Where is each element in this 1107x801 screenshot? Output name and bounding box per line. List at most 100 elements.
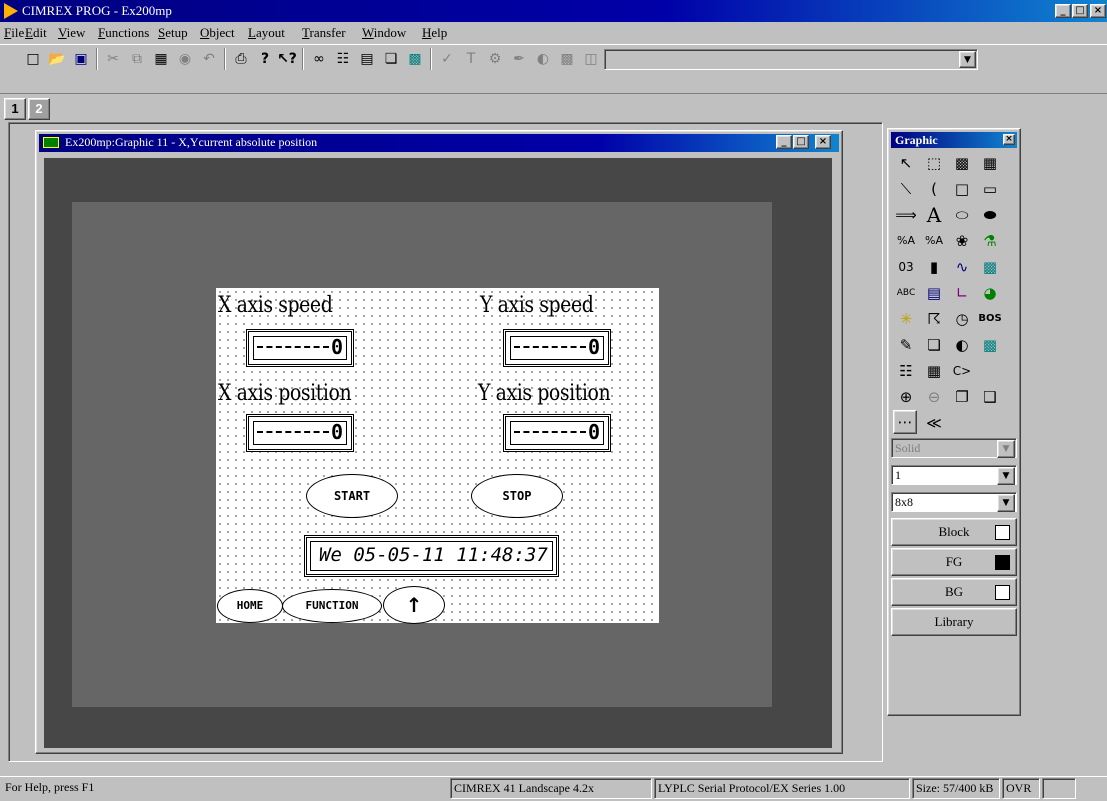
- ungroup-icon[interactable]: ▦: [976, 150, 1004, 176]
- clock-icon[interactable]: ◷: [948, 306, 976, 332]
- menu-window[interactable]: Window: [362, 25, 406, 41]
- snap-icon[interactable]: ≪: [920, 410, 948, 436]
- menu-layout[interactable]: Layout: [248, 25, 285, 41]
- fill-style-select[interactable]: Solid ▼: [891, 438, 1017, 458]
- menu-view[interactable]: View: [58, 25, 85, 41]
- group-select-icon[interactable]: ▩: [948, 150, 976, 176]
- zoom-in-icon[interactable]: ⊕: [892, 384, 920, 410]
- message-list-icon[interactable]: ▤: [920, 280, 948, 306]
- close-button[interactable]: ×: [1090, 4, 1106, 18]
- filled-rectangle-icon[interactable]: ▭: [976, 176, 1004, 202]
- palette-close-icon[interactable]: ×: [1003, 134, 1015, 145]
- function-button[interactable]: FUNCTION: [282, 589, 382, 623]
- library-button[interactable]: Library: [891, 608, 1017, 636]
- up-arrow-button[interactable]: ↑: [383, 586, 445, 624]
- app-title-bar[interactable]: CIMREX PROG - Ex200mp: [0, 0, 1107, 22]
- chevron-down-icon[interactable]: ▼: [997, 440, 1015, 458]
- tab-page-1[interactable]: 1: [4, 98, 26, 120]
- align-icon[interactable]: ◫: [580, 48, 602, 70]
- y-axis-speed-label[interactable]: Y axis speed: [480, 293, 594, 318]
- restore-button[interactable]: □: [1072, 4, 1088, 18]
- context-help-icon[interactable]: ↖?: [276, 48, 298, 70]
- digital-text-icon[interactable]: 03: [892, 254, 920, 280]
- x-axis-speed-display[interactable]: 0: [246, 329, 354, 367]
- screen-icon[interactable]: ▩: [404, 48, 426, 70]
- button-tool-icon[interactable]: ◐: [948, 332, 976, 358]
- jump-icon[interactable]: C>: [948, 358, 976, 384]
- menu-edit[interactable]: Edit: [25, 25, 47, 41]
- tab-page-2[interactable]: 2: [28, 98, 50, 120]
- start-button[interactable]: START: [306, 474, 398, 518]
- numeric-output-icon[interactable]: %A: [920, 228, 948, 254]
- datetime-display[interactable]: We 05-05-11 11:48:37: [304, 535, 559, 577]
- bucket-icon[interactable]: ◐: [532, 48, 554, 70]
- bring-front-icon[interactable]: ❐: [948, 384, 976, 410]
- bos-icon[interactable]: BOS: [976, 306, 1004, 332]
- chevron-down-icon[interactable]: ▼: [959, 51, 976, 68]
- text-tool-icon[interactable]: T: [460, 48, 482, 70]
- x-axis-position-display[interactable]: 0: [246, 414, 354, 452]
- marquee-select-icon[interactable]: ⬚: [920, 150, 948, 176]
- child-minimize-button[interactable]: _: [776, 135, 792, 149]
- trend-curve-icon[interactable]: ∿: [948, 254, 976, 280]
- menu-object[interactable]: Object: [200, 25, 235, 41]
- chevron-down-icon[interactable]: ▼: [997, 494, 1015, 512]
- pen-icon[interactable]: ✓: [436, 48, 458, 70]
- menu-transfer[interactable]: Transfer: [302, 25, 346, 41]
- child-maximize-button[interactable]: □: [793, 135, 809, 149]
- menu-file[interactable]: File: [4, 25, 24, 41]
- bar-graph-icon[interactable]: ▮: [920, 254, 948, 280]
- recipe-icon[interactable]: ☈: [920, 306, 948, 332]
- block-button[interactable]: Block: [891, 518, 1017, 546]
- paste-icon[interactable]: ▦: [150, 48, 172, 70]
- select-arrow-icon[interactable]: ↖: [892, 150, 920, 176]
- symbol-tool-icon[interactable]: ⚗: [976, 228, 1004, 254]
- undo-icon[interactable]: ↶: [198, 48, 220, 70]
- brush-icon[interactable]: ✒: [508, 48, 530, 70]
- menu-help[interactable]: Help: [422, 25, 447, 41]
- x-axis-position-label[interactable]: X axis position: [218, 381, 352, 406]
- help-icon[interactable]: ?: [254, 48, 276, 70]
- child-window-title-bar[interactable]: Ex200mp:Graphic 11 - X,Ycurrent absolute…: [39, 134, 839, 152]
- y-axis-speed-display[interactable]: 0: [503, 329, 611, 367]
- y-axis-position-display[interactable]: 0: [503, 414, 611, 452]
- palette-title-bar[interactable]: Graphic ×: [891, 132, 1017, 148]
- chart-icon[interactable]: ∟: [948, 280, 976, 306]
- save-icon[interactable]: ▣: [70, 48, 92, 70]
- child-close-button[interactable]: ×: [815, 135, 831, 149]
- menu-functions[interactable]: Functions: [98, 25, 149, 41]
- list-icon[interactable]: ▤: [356, 48, 378, 70]
- text-tool-icon[interactable]: A: [920, 202, 948, 228]
- alarm-icon[interactable]: ✳: [892, 306, 920, 332]
- arc-tool-icon[interactable]: (: [920, 176, 948, 202]
- polyline-tool-icon[interactable]: ⟹: [892, 202, 920, 228]
- stop-button[interactable]: STOP: [471, 474, 563, 518]
- slider-icon[interactable]: ☷: [892, 358, 920, 384]
- y-axis-position-label[interactable]: Y axis position: [478, 381, 611, 406]
- chevron-down-icon[interactable]: ▼: [997, 467, 1015, 485]
- table-icon[interactable]: ▦: [920, 358, 948, 384]
- copy-icon[interactable]: ⧉: [126, 48, 148, 70]
- print-icon[interactable]: ⎙: [230, 48, 252, 70]
- grid-select-icon[interactable]: ☷: [332, 48, 354, 70]
- bitmap-tool-icon[interactable]: ❀: [948, 228, 976, 254]
- bg-color-button[interactable]: BG: [891, 578, 1017, 606]
- numeric-io-icon[interactable]: %A: [892, 228, 920, 254]
- line-width-select[interactable]: 1 ▼: [891, 465, 1017, 485]
- find-icon[interactable]: ◉: [174, 48, 196, 70]
- picture-icon[interactable]: ▩: [976, 332, 1004, 358]
- home-button[interactable]: HOME: [217, 589, 283, 623]
- filled-ellipse-icon[interactable]: ⬬: [976, 202, 1004, 228]
- properties-icon[interactable]: ▩: [556, 48, 578, 70]
- x-axis-speed-label[interactable]: X axis speed: [218, 293, 333, 318]
- grid-toggle-icon[interactable]: ⋯: [893, 410, 917, 434]
- rectangle-tool-icon[interactable]: □: [948, 176, 976, 202]
- meter-icon[interactable]: ◕: [976, 280, 1004, 306]
- gear-icon[interactable]: ⚙: [484, 48, 506, 70]
- open-folder-icon[interactable]: 📂: [46, 48, 68, 70]
- zoom-out-icon[interactable]: ⊖: [920, 384, 948, 410]
- grid-size-select[interactable]: 8x8 ▼: [891, 492, 1017, 512]
- window-icon[interactable]: ❏: [380, 48, 402, 70]
- line-tool-icon[interactable]: ⟍: [892, 176, 920, 202]
- minimize-button[interactable]: _: [1055, 4, 1071, 18]
